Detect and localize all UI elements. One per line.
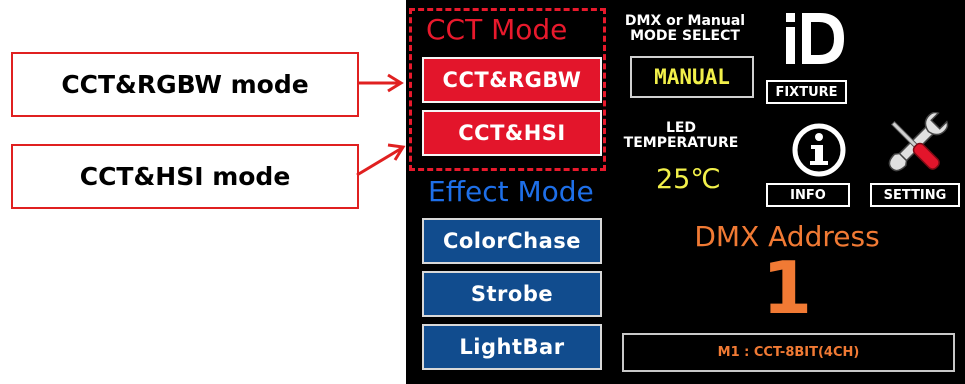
cct-rgbw-button[interactable]: CCT&RGBW	[422, 57, 602, 103]
color-chase-button[interactable]: ColorChase	[422, 218, 602, 264]
arrow-right-icon	[357, 73, 404, 93]
callout-arrows	[356, 73, 406, 177]
led-temperature-label-line2: TEMPERATURE	[623, 135, 739, 151]
arrow-right-icon	[356, 143, 406, 177]
mode-select-button[interactable]: MANUAL	[630, 56, 754, 98]
device-screen: CCT Mode CCT&RGBW CCT&HSI Effect Mode Co…	[406, 0, 965, 384]
light-bar-button[interactable]: LightBar	[422, 324, 602, 370]
cct-mode-title: CCT Mode	[426, 13, 568, 46]
dmx-address-value[interactable]: 1	[662, 252, 912, 324]
id-icon[interactable]	[782, 10, 848, 66]
dmx-mode-status[interactable]: M1 : CCT-8BIT(4CH)	[622, 333, 955, 372]
mode-select-label-line1: DMX or Manual	[624, 13, 746, 29]
strobe-button[interactable]: Strobe	[422, 271, 602, 317]
effect-mode-title: Effect Mode	[428, 175, 594, 208]
mode-select-label-line2: MODE SELECT	[630, 28, 740, 44]
led-temperature-label-line1: LED	[665, 120, 697, 136]
wrench-screwdriver-icon[interactable]	[880, 112, 950, 178]
fixture-button[interactable]: FIXTURE	[766, 80, 847, 104]
led-temperature-label: LED TEMPERATURE	[618, 121, 744, 151]
mode-select-label: DMX or Manual MODE SELECT	[624, 14, 746, 44]
cct-hsi-button[interactable]: CCT&HSI	[422, 110, 602, 156]
info-icon[interactable]	[791, 122, 847, 178]
setting-button[interactable]: SETTING	[870, 183, 960, 207]
info-button[interactable]: INFO	[766, 183, 850, 207]
led-temperature-value: 25℃	[656, 164, 721, 195]
